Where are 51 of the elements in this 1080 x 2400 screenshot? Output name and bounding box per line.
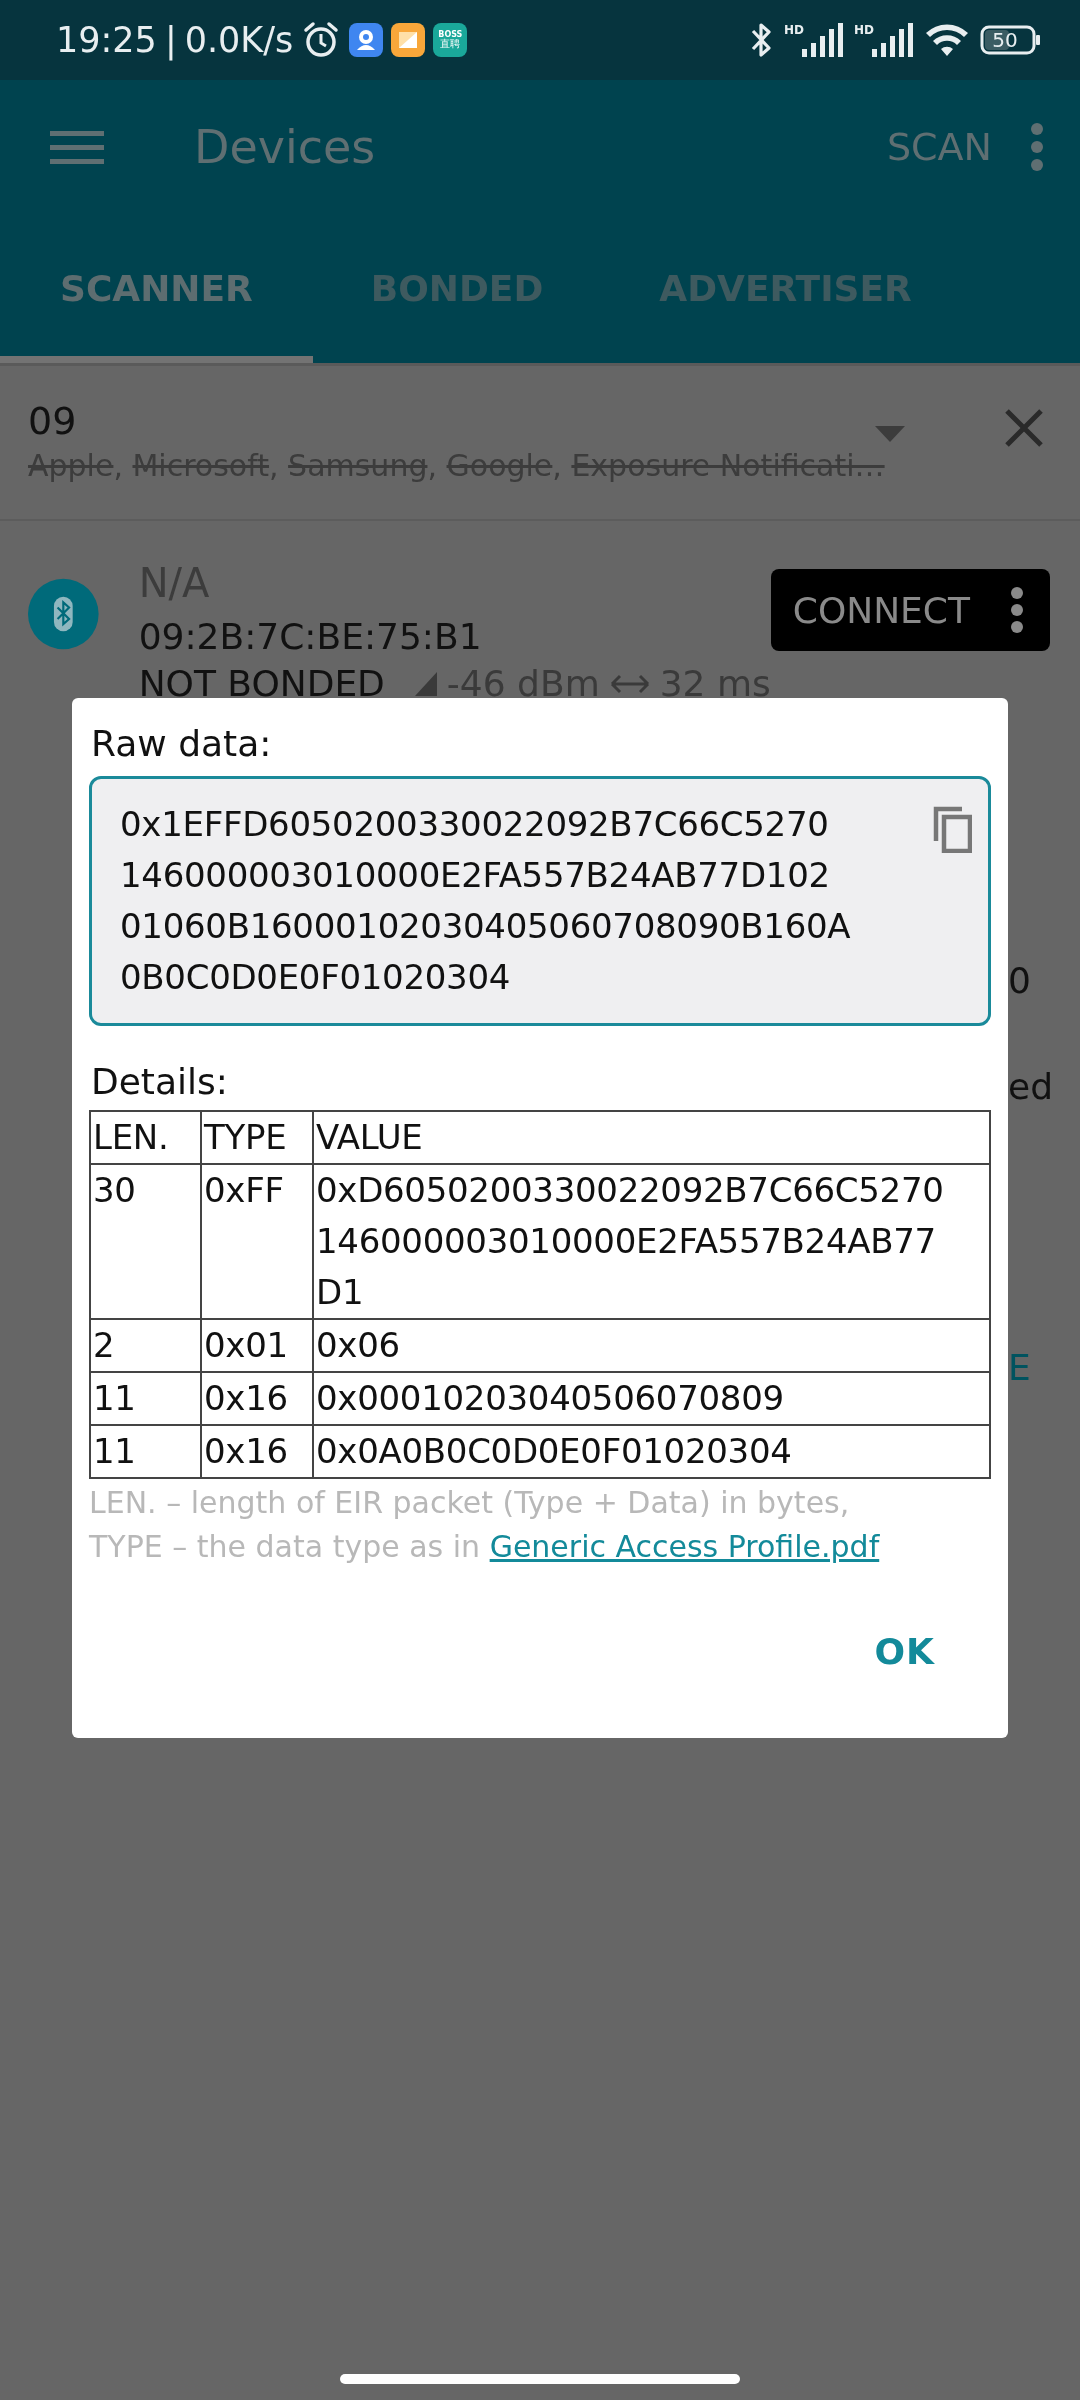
- app-icon-text: 直聘: [440, 39, 461, 49]
- table-cell: 11: [91, 1426, 202, 1477]
- column-header: VALUE: [314, 1112, 989, 1165]
- column-header: TYPE: [202, 1112, 314, 1165]
- table-cell: 0x01: [202, 1320, 314, 1373]
- partial-text: E: [1008, 1347, 1032, 1388]
- connect-button[interactable]: CONNECT: [770, 569, 1050, 651]
- ok-button[interactable]: OK: [858, 1621, 951, 1682]
- network-label: HD: [854, 23, 874, 37]
- pdf-link[interactable]: Generic Access Profile.pdf: [489, 1529, 880, 1564]
- screen-title: Devices: [194, 119, 376, 174]
- table-cell: 0xFF: [202, 1165, 314, 1320]
- table-cell: 0x16: [202, 1426, 314, 1477]
- table-cell: 30: [91, 1165, 202, 1320]
- wifi-icon: [924, 22, 970, 58]
- table-cell-text: 0x0A0B0C0D0E0F01020304: [315, 1430, 793, 1473]
- partial-text: 0: [1008, 960, 1032, 1000]
- dropdown-icon[interactable]: [875, 426, 905, 442]
- close-icon[interactable]: [1004, 408, 1044, 448]
- app-icon: [349, 23, 384, 57]
- table-cell: 0xD6050200330022092B7C66C5270 146000003010000E2FA557B24AB77 D1: [314, 1165, 989, 1320]
- network-label: HD: [783, 23, 804, 37]
- legend-text: LEN. – length of EIR packet (Type + Data) in bytes, TYPE – the data type as in Generic Access Profile.pdf: [89, 1484, 881, 1566]
- table-cell: 2: [91, 1320, 202, 1373]
- partial-text: ed: [1008, 1066, 1054, 1107]
- tab[interactable]: ADVERTISER: [601, 213, 970, 363]
- network-speed: 0.0K/s: [184, 20, 294, 60]
- tab[interactable]: SCANNER: [0, 213, 313, 363]
- raw-data-label: Raw data:: [91, 722, 273, 766]
- signal-strength-icon: [414, 671, 437, 696]
- app-icon-text: BOSS: [438, 31, 463, 39]
- copy-icon[interactable]: [932, 805, 972, 853]
- table-cell: 0x00010203040506070809: [314, 1373, 989, 1426]
- table-cell: 11: [91, 1373, 202, 1426]
- battery-level: 50: [991, 27, 1019, 54]
- filter-value: 09: [28, 398, 77, 445]
- separator: |: [164, 20, 177, 60]
- interval-icon: [609, 673, 650, 694]
- column-header: LEN.: [91, 1112, 202, 1165]
- table-cell: 0x06: [314, 1320, 989, 1373]
- clock-time: 19:25: [56, 20, 157, 60]
- more-icon: [1010, 586, 1024, 634]
- bond-state: NOT BONDED: [138, 663, 385, 704]
- scan-button[interactable]: SCAN: [886, 124, 992, 169]
- device-address: 09:2B:7C:BE:75:B1: [138, 615, 482, 659]
- app-icon: [391, 23, 426, 57]
- table-cell: 0x16: [202, 1373, 314, 1426]
- tab[interactable]: BONDED: [312, 213, 602, 363]
- details-label: Details:: [91, 1060, 229, 1104]
- raw-data-value: 0x1EFFD6050200330022092B7C66C5270 146000003010000E2FA557B24AB77D102 01060B16000102030405060708090B160A 0B0C0D0E0F01020304: [120, 803, 852, 999]
- more-icon[interactable]: [1030, 121, 1044, 172]
